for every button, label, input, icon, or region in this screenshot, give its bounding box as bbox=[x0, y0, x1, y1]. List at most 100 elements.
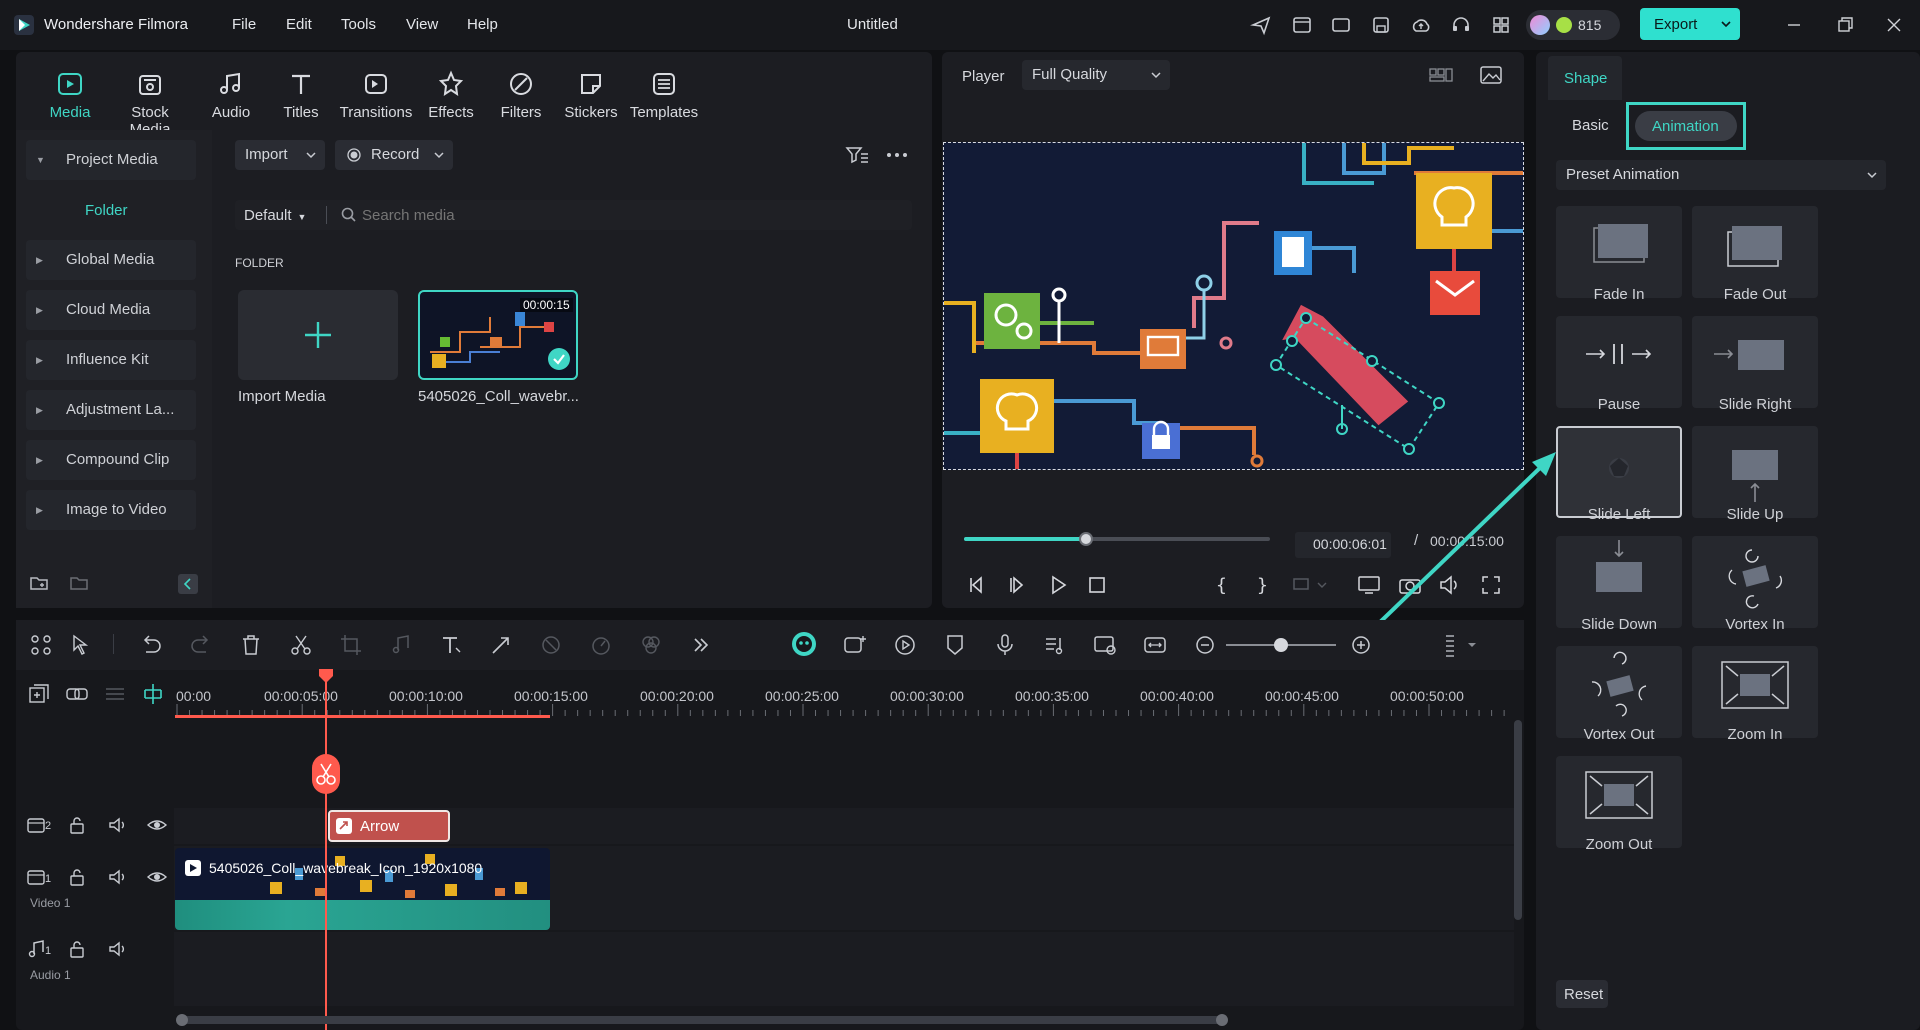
tab-stock-media[interactable]: Stock Media bbox=[110, 70, 190, 138]
import-media-tile[interactable] bbox=[238, 290, 398, 380]
redo-icon[interactable] bbox=[188, 632, 214, 658]
close-icon[interactable] bbox=[1883, 14, 1905, 36]
arrow-draw-icon[interactable] bbox=[488, 632, 514, 658]
zoom-out-icon[interactable] bbox=[1192, 632, 1218, 658]
sidebar-item-folder[interactable]: Folder bbox=[85, 202, 128, 219]
animation-vortex-in[interactable] bbox=[1692, 536, 1818, 628]
zoom-in-icon[interactable] bbox=[1348, 632, 1374, 658]
import-dropdown[interactable]: Import bbox=[235, 140, 325, 170]
grid-view-icon[interactable] bbox=[1428, 62, 1454, 88]
link-clips-icon[interactable] bbox=[64, 681, 90, 707]
eye-icon[interactable] bbox=[146, 867, 168, 887]
menu-help[interactable]: Help bbox=[467, 16, 498, 33]
sidebar-item-image-to-video[interactable]: ▶ Image to Video bbox=[26, 490, 196, 530]
lock-icon[interactable] bbox=[66, 815, 88, 835]
minimize-icon[interactable] bbox=[1783, 14, 1805, 36]
delete-icon[interactable] bbox=[238, 632, 264, 658]
layout-grid-icon[interactable] bbox=[28, 632, 54, 658]
snapshot-image-icon[interactable] bbox=[1478, 62, 1504, 88]
reset-button[interactable]: Reset bbox=[1556, 980, 1608, 1008]
tab-templates[interactable]: Templates bbox=[624, 70, 704, 121]
eye-icon[interactable] bbox=[146, 815, 168, 835]
zoom-slider-handle[interactable] bbox=[1274, 638, 1288, 652]
scrollbar-right-handle[interactable] bbox=[1216, 1014, 1228, 1026]
tab-media[interactable]: Media bbox=[30, 70, 110, 121]
animation-fade-in[interactable] bbox=[1556, 206, 1682, 298]
mark-in-icon[interactable]: { bbox=[1208, 572, 1234, 598]
stop-icon[interactable] bbox=[1084, 572, 1110, 598]
record-dropdown[interactable]: Record bbox=[335, 140, 453, 170]
chevron-down-icon[interactable] bbox=[1720, 18, 1732, 30]
text-tool-icon[interactable] bbox=[438, 632, 464, 658]
speed-icon[interactable] bbox=[588, 632, 614, 658]
mark-out-icon[interactable]: } bbox=[1249, 572, 1275, 598]
new-folder-icon[interactable] bbox=[28, 572, 54, 598]
display-icon[interactable] bbox=[1330, 14, 1352, 36]
save-icon[interactable] bbox=[1370, 14, 1392, 36]
tab-effects[interactable]: Effects bbox=[411, 70, 491, 121]
sidebar-item-cloud-media[interactable]: ▶ Cloud Media bbox=[26, 290, 196, 330]
ai-assistant-icon[interactable] bbox=[790, 630, 816, 656]
color-icon[interactable] bbox=[638, 632, 664, 658]
media-clip-thumbnail[interactable]: 00:00:15 bbox=[418, 290, 578, 380]
scissors-icon[interactable] bbox=[312, 754, 340, 794]
tab-shape[interactable]: Shape bbox=[1548, 56, 1622, 100]
sidebar-item-compound-clip[interactable]: ▶ Compound Clip bbox=[26, 440, 196, 480]
sidebar-item-global-media[interactable]: ▶ Global Media bbox=[26, 240, 196, 280]
horizontal-scrollbar[interactable] bbox=[180, 1016, 1224, 1024]
audio-edit-icon[interactable] bbox=[388, 632, 414, 658]
sort-dropdown[interactable]: Default ▼ bbox=[244, 207, 306, 224]
tab-animation[interactable]: Animation bbox=[1626, 102, 1746, 150]
filter-icon[interactable] bbox=[844, 142, 870, 168]
split-icon[interactable] bbox=[288, 632, 314, 658]
render-icon[interactable] bbox=[892, 632, 918, 658]
restore-icon[interactable] bbox=[1834, 14, 1856, 36]
menu-view[interactable]: View bbox=[406, 16, 438, 33]
animation-slide-up[interactable] bbox=[1692, 426, 1818, 518]
marker-icon[interactable] bbox=[942, 632, 968, 658]
vertical-scrollbar[interactable] bbox=[1514, 720, 1522, 920]
animation-vortex-out[interactable] bbox=[1556, 646, 1682, 738]
insert-options-icon[interactable] bbox=[1290, 572, 1327, 598]
calendar-icon[interactable] bbox=[1291, 14, 1313, 36]
animation-zoom-out[interactable] bbox=[1556, 756, 1682, 848]
add-track-icon[interactable] bbox=[26, 681, 52, 707]
animation-slide-right[interactable] bbox=[1692, 316, 1818, 408]
preset-animation-dropdown[interactable]: Preset Animation bbox=[1556, 160, 1886, 190]
export-button[interactable]: Export bbox=[1640, 8, 1740, 40]
sidebar-item-project-media[interactable]: ▼ Project Media bbox=[26, 140, 196, 180]
sidebar-item-influence-kit[interactable]: ▶ Influence Kit bbox=[26, 340, 196, 380]
search-input[interactable] bbox=[362, 203, 902, 227]
undo-icon[interactable] bbox=[138, 632, 164, 658]
track-manager-icon[interactable] bbox=[102, 681, 128, 707]
speaker-icon[interactable] bbox=[107, 939, 129, 959]
preview-canvas[interactable] bbox=[943, 142, 1524, 470]
add-video-effect-icon[interactable] bbox=[842, 632, 868, 658]
next-frame-icon[interactable] bbox=[1005, 572, 1031, 598]
snap-icon[interactable] bbox=[140, 681, 166, 707]
tab-audio[interactable]: Audio bbox=[191, 70, 271, 121]
tab-basic[interactable]: Basic bbox=[1572, 117, 1609, 134]
animation-zoom-in[interactable] bbox=[1692, 646, 1818, 738]
speaker-icon[interactable] bbox=[107, 867, 129, 887]
headset-icon[interactable] bbox=[1450, 14, 1472, 36]
crop-icon[interactable] bbox=[338, 632, 364, 658]
sidebar-item-adjustment-layer[interactable]: ▶ Adjustment La... bbox=[26, 390, 196, 430]
select-tool-icon[interactable] bbox=[68, 632, 94, 658]
lock-icon[interactable] bbox=[66, 939, 88, 959]
audio-mixer-icon[interactable] bbox=[1042, 632, 1068, 658]
play-icon[interactable] bbox=[1045, 572, 1071, 598]
tab-transitions[interactable]: Transitions bbox=[336, 70, 416, 121]
timeline-layout-icon[interactable] bbox=[1440, 632, 1476, 658]
menu-file[interactable]: File bbox=[232, 16, 256, 33]
speaker-icon[interactable] bbox=[107, 815, 129, 835]
send-icon[interactable] bbox=[1250, 14, 1272, 36]
tab-stickers[interactable]: Stickers bbox=[551, 70, 631, 121]
tab-titles[interactable]: Titles bbox=[261, 70, 341, 121]
folder-icon[interactable] bbox=[68, 572, 94, 598]
more-tools-icon[interactable] bbox=[688, 632, 714, 658]
animation-fade-out[interactable] bbox=[1692, 206, 1818, 298]
playhead-handle[interactable] bbox=[318, 668, 334, 684]
menu-edit[interactable]: Edit bbox=[286, 16, 312, 33]
quality-dropdown[interactable]: Full Quality bbox=[1022, 60, 1170, 90]
